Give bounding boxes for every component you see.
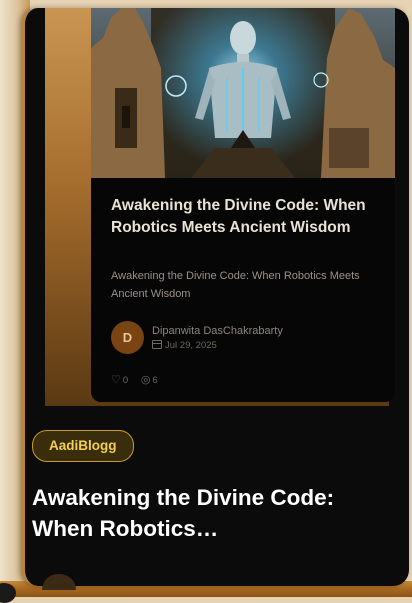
post-description: Awakening the Divine Code: When Robotics…	[111, 270, 360, 300]
card-title[interactable]: Awakening the Divine Code: When Robotics…	[32, 482, 362, 544]
calendar-icon	[152, 340, 162, 349]
post-preview-frame: Awakening the Divine Code: When Robotics…	[45, 8, 395, 406]
eye-icon: ◎	[140, 374, 151, 386]
author-name[interactable]: Dipanwita DasChakrabarty	[152, 325, 283, 337]
hero-image	[91, 8, 395, 178]
like-stat[interactable]: ♡ 0	[111, 373, 128, 386]
post-date-text: Jul 29, 2025	[165, 340, 217, 351]
author-avatar[interactable]: D	[111, 321, 144, 354]
view-stat: ◎ 6	[141, 373, 158, 386]
view-count: 6	[152, 375, 158, 386]
heart-icon: ♡	[111, 374, 121, 386]
post-title[interactable]: Awakening the Divine Code: When Robotics…	[111, 195, 373, 239]
post-date: Jul 29, 2025	[152, 340, 217, 351]
corner-shape	[0, 583, 16, 603]
post-stats: ♡ 0 ◎ 6	[111, 373, 168, 386]
like-count: 0	[122, 375, 129, 386]
category-badge[interactable]: AadiBlogg	[32, 430, 134, 462]
preview-divider	[45, 406, 389, 418]
post-preview-card[interactable]: Awakening the Divine Code: When Robotics…	[91, 8, 395, 402]
